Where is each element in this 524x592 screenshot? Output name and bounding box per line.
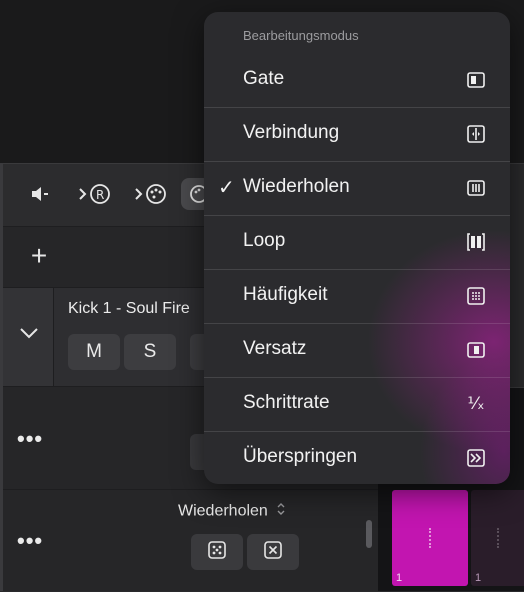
menu-item-label: Versatz [243,338,307,359]
skip-icon [466,448,486,468]
menu-item-label: Gate [243,68,285,89]
menu-item-label: Wiederholen [243,176,350,197]
step-handle [496,528,501,548]
midi-record-icon[interactable]: R [72,178,116,210]
more-options-button[interactable]: ••• [17,426,43,452]
menu-item-verbindung[interactable]: Verbindung [204,107,510,161]
step-number: 1 [396,572,403,584]
midi-palette-icon[interactable] [128,178,172,210]
menu-item-label: Loop [243,230,286,251]
solo-button[interactable]: S [124,334,176,370]
chevron-updown-icon [276,502,286,521]
menu-item-loop[interactable]: Loop [204,215,510,269]
menu-separator [204,323,510,324]
menu-separator [204,161,510,162]
menu-separator [204,269,510,270]
step-cell[interactable]: 1 [392,490,468,586]
randomize-button[interactable] [191,534,243,570]
scrollbar[interactable] [366,520,372,548]
step-number: 1 [475,572,482,584]
menu-item-ueberspringen[interactable]: Überspringen [204,431,510,484]
menu-item-schrittrate[interactable]: Schrittrate ⅟ₓ [204,377,510,431]
menu-item-haeufigkeit[interactable]: Häufigkeit [204,269,510,323]
menu-separator [204,215,510,216]
close-icon [263,540,283,565]
menu-separator [204,107,510,108]
chevron-down-icon[interactable] [18,326,40,345]
edit-mode-menu: Bearbeitungsmodus Gate Verbindung ✓ Wied… [204,12,510,484]
repeat-icon [466,178,486,198]
offset-icon [466,340,486,360]
speaker-icon[interactable] [18,178,62,210]
step-cell[interactable]: 1 [471,490,524,586]
svg-text:R: R [96,188,104,202]
track-name: Kick 1 - Soul Fire [68,300,190,317]
menu-item-gate[interactable]: Gate [204,53,510,107]
menu-item-wiederholen[interactable]: ✓ Wiederholen [204,161,510,215]
loop-icon [466,232,486,252]
menu-item-label: Schrittrate [243,392,330,413]
menu-item-versatz[interactable]: Versatz [204,323,510,377]
edit-mode-selector[interactable]: Wiederholen [178,502,286,521]
add-track-button[interactable]: + [27,240,51,272]
more-options-button[interactable]: ••• [17,528,43,554]
tie-icon [466,124,486,144]
menu-separator [204,431,510,432]
gate-icon [466,70,486,90]
step-handle [429,528,433,548]
reset-button[interactable] [247,534,299,570]
menu-header: Bearbeitungsmodus [243,28,359,43]
step-rate-icon: ⅟ₓ [467,394,485,414]
edit-mode-label: Wiederholen [178,502,268,520]
menu-separator [204,377,510,378]
menu-item-label: Häufigkeit [243,284,328,305]
dice-icon [207,540,227,565]
menu-item-label: Überspringen [243,446,358,467]
menu-item-label: Verbindung [243,122,340,143]
probability-icon [466,286,486,306]
mute-button[interactable]: M [68,334,120,370]
checkmark-icon: ✓ [218,177,235,199]
